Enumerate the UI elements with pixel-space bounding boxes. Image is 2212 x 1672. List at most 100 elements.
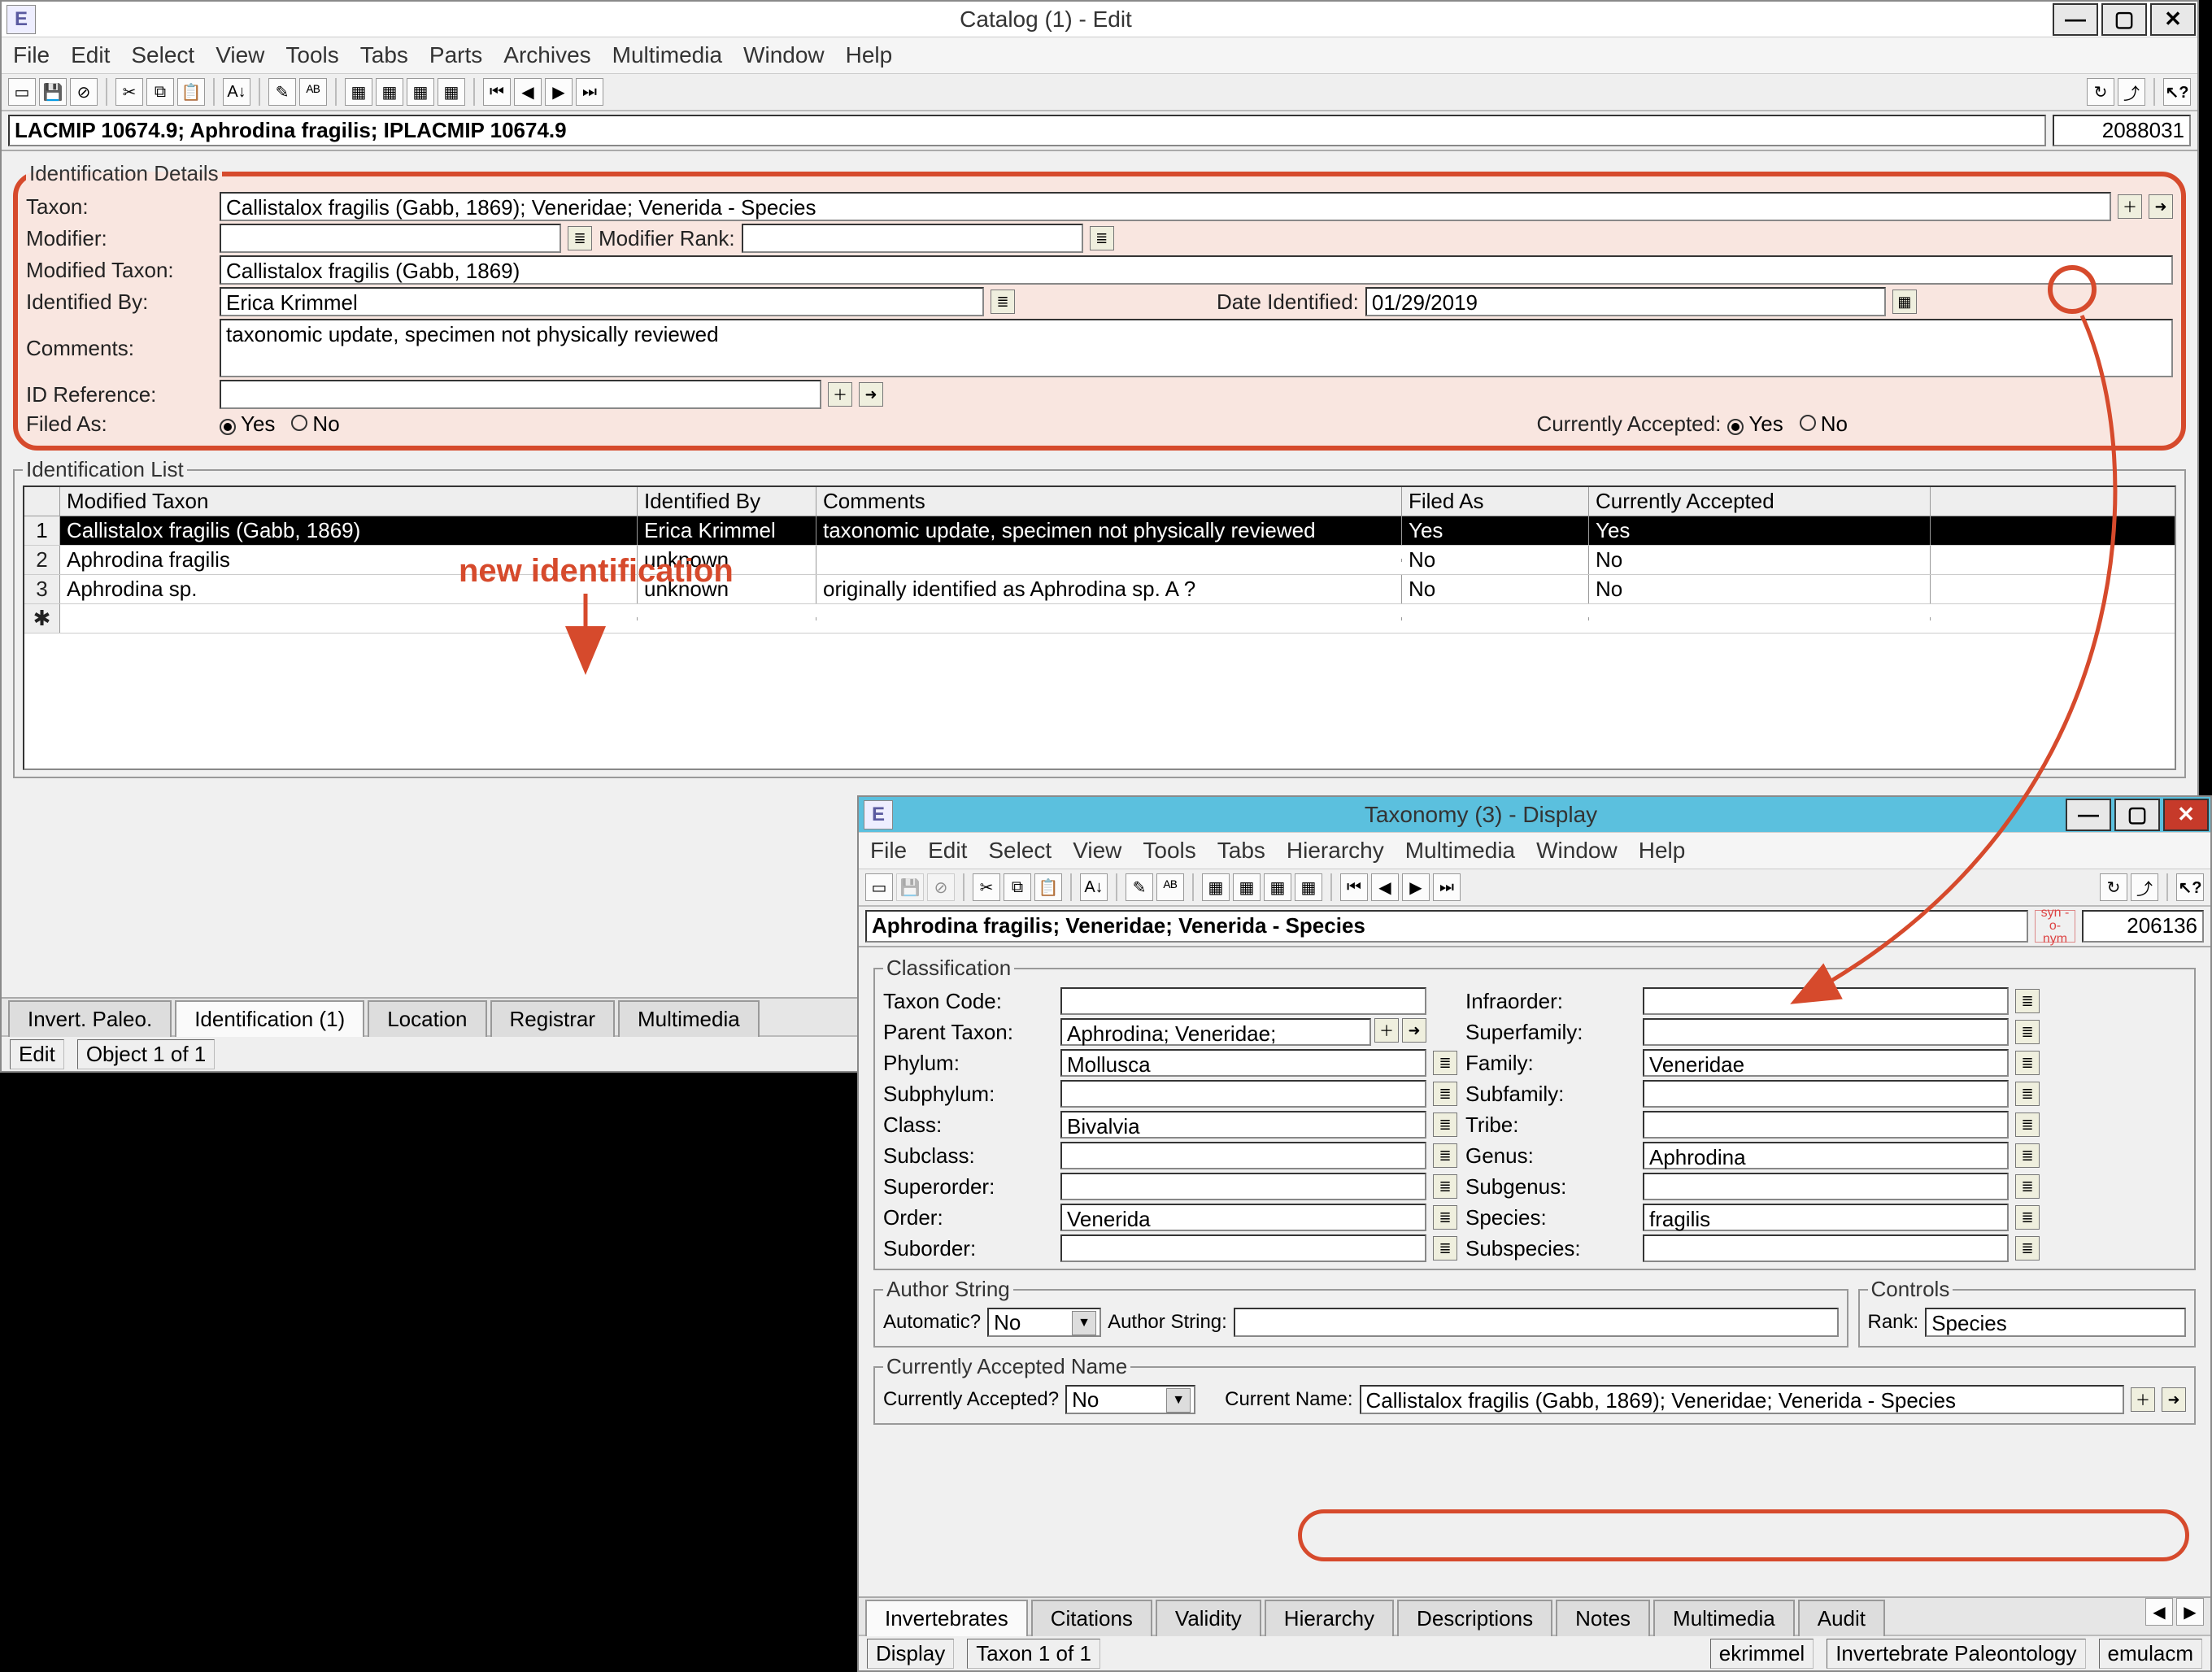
- menu-item[interactable]: Select: [131, 42, 194, 68]
- tab-notes[interactable]: Notes: [1556, 1600, 1650, 1636]
- tab-registrar[interactable]: Registrar: [490, 1000, 615, 1037]
- cancel-icon[interactable]: [70, 78, 98, 106]
- link-icon[interactable]: ⤴: [2118, 78, 2145, 106]
- grid1-icon[interactable]: ▦: [1202, 873, 1230, 901]
- parent-taxon-field[interactable]: Aphrodina; Veneridae; Venerida - Ger: [1060, 1018, 1371, 1046]
- tab-invert-paleo[interactable]: Invert. Paleo.: [8, 1000, 172, 1037]
- current-name-field[interactable]: Callistalox fragilis (Gabb, 1869); Vener…: [1360, 1385, 2124, 1414]
- close-button[interactable]: ✕: [2163, 799, 2209, 831]
- subclass-field[interactable]: [1060, 1142, 1426, 1169]
- modifier-rank-field[interactable]: [742, 224, 1083, 253]
- catalog-titlebar[interactable]: E Catalog (1) - Edit — ▢ ✕: [2, 2, 2197, 37]
- picker-icon[interactable]: ≣: [1433, 1051, 1457, 1075]
- save-icon[interactable]: [39, 78, 67, 106]
- grid4-icon[interactable]: ▦: [1295, 873, 1322, 901]
- tab-identification[interactable]: Identification (1): [175, 1000, 364, 1037]
- edit-icon[interactable]: ✎: [1126, 873, 1153, 901]
- grid1-icon[interactable]: ▦: [345, 78, 372, 106]
- infraorder-field[interactable]: [1643, 987, 2009, 1015]
- link-icon[interactable]: ⤴: [2131, 873, 2158, 901]
- tab-audit[interactable]: Audit: [1798, 1600, 1885, 1636]
- subgenus-field[interactable]: [1643, 1173, 2009, 1200]
- modifier-field[interactable]: [220, 224, 561, 253]
- subfamily-field[interactable]: [1643, 1080, 2009, 1108]
- tabs-scroll-left-icon[interactable]: [2145, 1598, 2173, 1626]
- tabs-scroll-right-icon[interactable]: [2176, 1598, 2204, 1626]
- id-reference-link-icon[interactable]: ➜: [859, 382, 883, 407]
- table-row[interactable]: 3 Aphrodina sp. unknown originally ident…: [24, 575, 2175, 604]
- next-record-icon[interactable]: [1402, 873, 1430, 901]
- picker-icon[interactable]: ≣: [2015, 1174, 2040, 1199]
- tab-location[interactable]: Location: [368, 1000, 486, 1037]
- menu-item[interactable]: Help: [846, 42, 893, 68]
- menu-item[interactable]: Help: [1639, 838, 1686, 864]
- family-field[interactable]: Veneridae: [1643, 1049, 2009, 1077]
- picker-icon[interactable]: ≣: [2015, 1143, 2040, 1168]
- maximize-button[interactable]: ▢: [2101, 3, 2147, 36]
- superorder-field[interactable]: [1060, 1173, 1426, 1200]
- tab-multimedia[interactable]: Multimedia: [1653, 1600, 1795, 1636]
- currently-accepted-yes-radio[interactable]: Yes: [1727, 411, 1783, 437]
- copy-icon[interactable]: ⧉: [146, 78, 174, 106]
- tab-multimedia[interactable]: Multimedia: [618, 1000, 760, 1037]
- tab-hierarchy[interactable]: Hierarchy: [1265, 1600, 1394, 1636]
- close-button[interactable]: ✕: [2150, 3, 2196, 36]
- menu-item[interactable]: Tools: [1143, 838, 1195, 864]
- spellcheck-icon[interactable]: ᴬᴮ: [1156, 873, 1184, 901]
- menu-item[interactable]: File: [13, 42, 50, 68]
- refresh-icon[interactable]: ↻: [2100, 873, 2127, 901]
- current-name-link-icon[interactable]: ➜: [2162, 1387, 2186, 1412]
- phylum-field[interactable]: Mollusca: [1060, 1049, 1426, 1077]
- new-icon[interactable]: [8, 78, 36, 106]
- menu-item[interactable]: Multimedia: [1405, 838, 1515, 864]
- taxon-field[interactable]: Callistalox fragilis (Gabb, 1869); Vener…: [220, 192, 2111, 221]
- species-field[interactable]: fragilis: [1643, 1204, 2009, 1231]
- taxonomy-titlebar[interactable]: E Taxonomy (3) - Display — ▢ ✕: [859, 797, 2210, 833]
- picker-icon[interactable]: ≣: [2015, 1205, 2040, 1230]
- rank-field[interactable]: Species: [1925, 1308, 2186, 1337]
- last-record-icon[interactable]: [1433, 873, 1461, 901]
- currently-accepted-no-radio[interactable]: No: [1800, 411, 1848, 437]
- table-row[interactable]: 1 Callistalox fragilis (Gabb, 1869) Eric…: [24, 516, 2175, 546]
- spellcheck-icon[interactable]: ᴬᴮ: [299, 78, 327, 106]
- genus-field[interactable]: Aphrodina: [1643, 1142, 2009, 1169]
- prev-record-icon[interactable]: [1371, 873, 1399, 901]
- picker-icon[interactable]: ≣: [1433, 1082, 1457, 1106]
- menu-item[interactable]: Archives: [503, 42, 590, 68]
- taxon-code-field[interactable]: [1060, 987, 1426, 1015]
- maximize-button[interactable]: ▢: [2114, 799, 2160, 831]
- col-identified-by[interactable]: Identified By: [638, 487, 816, 516]
- menu-item[interactable]: Tabs: [360, 42, 408, 68]
- paste-icon[interactable]: 📋: [1034, 873, 1062, 901]
- sort-icon[interactable]: A↓: [223, 78, 250, 106]
- subphylum-field[interactable]: [1060, 1080, 1426, 1108]
- menu-item[interactable]: Select: [988, 838, 1052, 864]
- class-field[interactable]: Bivalvia: [1060, 1111, 1426, 1139]
- grid4-icon[interactable]: ▦: [438, 78, 465, 106]
- grid3-icon[interactable]: ▦: [407, 78, 434, 106]
- picker-icon[interactable]: ≣: [1433, 1236, 1457, 1261]
- menu-item[interactable]: Tools: [285, 42, 338, 68]
- col-currently-accepted[interactable]: Currently Accepted: [1589, 487, 1931, 516]
- menu-item[interactable]: Parts: [429, 42, 482, 68]
- paste-icon[interactable]: 📋: [177, 78, 205, 106]
- id-reference-add-icon[interactable]: ＋: [828, 382, 852, 407]
- refresh-icon[interactable]: ↻: [2087, 78, 2114, 106]
- col-modified-taxon[interactable]: Modified Taxon: [60, 487, 638, 516]
- currently-accepted-select[interactable]: No: [1065, 1385, 1195, 1414]
- save-icon[interactable]: [896, 873, 924, 901]
- next-record-icon[interactable]: [545, 78, 573, 106]
- menu-item[interactable]: Multimedia: [612, 42, 722, 68]
- picker-icon[interactable]: ≣: [2015, 1082, 2040, 1106]
- comments-field[interactable]: taxonomic update, specimen not physicall…: [220, 319, 2173, 377]
- picker-icon[interactable]: ≣: [2015, 1020, 2040, 1044]
- tab-descriptions[interactable]: Descriptions: [1397, 1600, 1552, 1636]
- tab-invertebrates[interactable]: Invertebrates: [865, 1600, 1028, 1636]
- menu-item[interactable]: View: [216, 42, 264, 68]
- table-row[interactable]: 2 Aphrodina fragilis unknown No No: [24, 546, 2175, 575]
- table-row[interactable]: ✱: [24, 604, 2175, 634]
- help-icon[interactable]: ↖?: [2163, 78, 2191, 106]
- minimize-button[interactable]: —: [2066, 799, 2111, 831]
- grid2-icon[interactable]: ▦: [376, 78, 403, 106]
- automatic-select[interactable]: No: [987, 1308, 1101, 1337]
